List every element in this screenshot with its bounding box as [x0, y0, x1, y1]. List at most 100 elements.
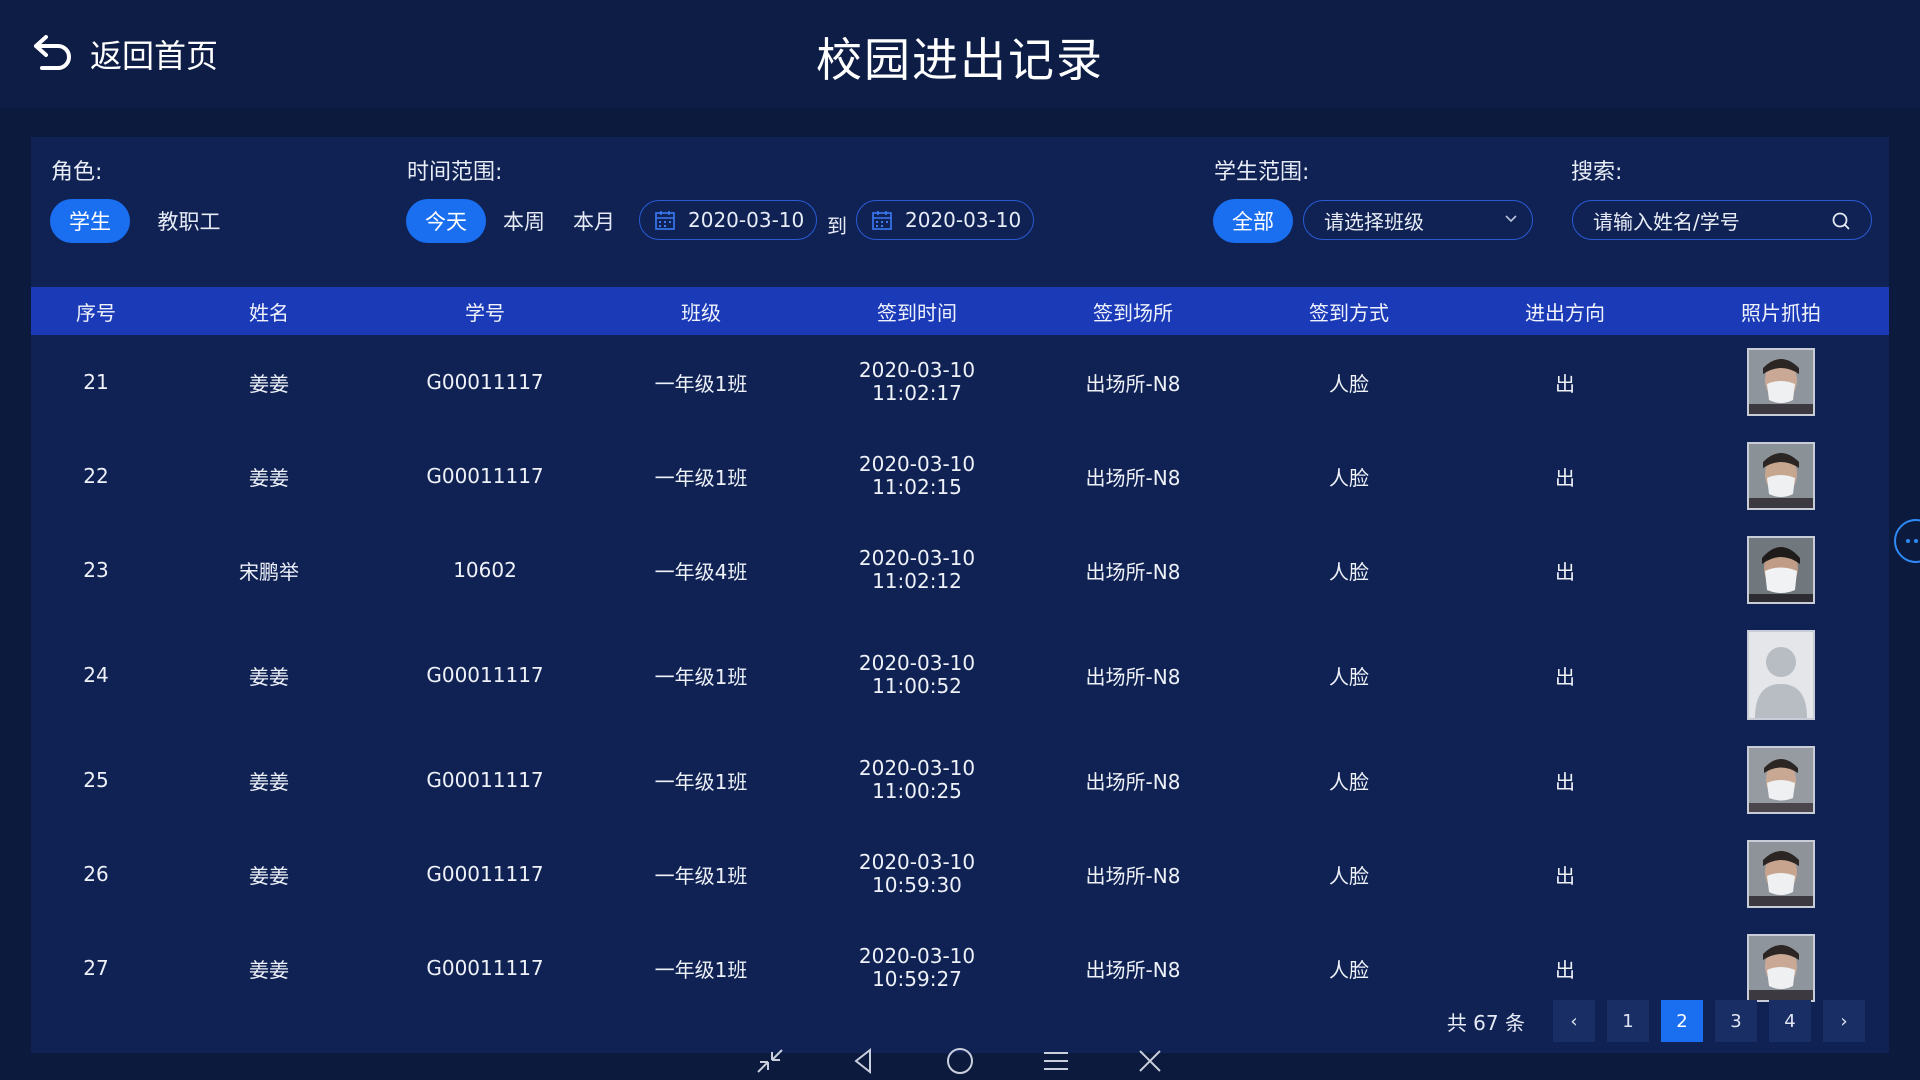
cell-id: G00011117 [426, 956, 544, 980]
table-row[interactable]: 24 姜姜 G00011117 一年级1班 2020-03-10 11:00:52… [31, 617, 1889, 733]
filter-bar: 角色: 学生 教职工 时间范围: 今天 本周 本月 2020-03-10 到 2… [31, 137, 1889, 287]
cell-direction: 出 [1555, 664, 1575, 689]
cell-id: G00011117 [426, 464, 544, 488]
table-row[interactable]: 25 姜姜 G00011117 一年级1班 2020-03-10 11:00:25… [31, 733, 1889, 827]
search-placeholder: 请输入姓名/学号 [1593, 209, 1740, 234]
cell-direction: 出 [1555, 465, 1575, 490]
chevron-down-icon [1505, 215, 1517, 223]
cell-photo [1673, 733, 1889, 827]
cell-method: 人脸 [1329, 559, 1369, 584]
captured-face-photo[interactable] [1747, 746, 1815, 814]
time-today-button[interactable]: 今天 [406, 199, 486, 243]
cell-class: 一年级1班 [654, 371, 748, 396]
cell-date: 2020-03-10 [858, 756, 976, 780]
time-month-button[interactable]: 本月 [563, 199, 625, 243]
floating-more-button[interactable] [1894, 519, 1920, 563]
cell-method: 人脸 [1329, 371, 1369, 396]
close-icon[interactable] [1134, 1046, 1166, 1076]
cell-place: 出场所-N8 [1085, 769, 1181, 794]
pagination: 共 67 条 ‹ 1 2 3 4 › [1447, 999, 1865, 1043]
time-range-label: 时间范围: [407, 160, 503, 185]
cell-class: 一年级1班 [654, 465, 748, 490]
cell-class: 一年级1班 [654, 769, 748, 794]
captured-face-photo[interactable] [1747, 934, 1815, 1002]
page-button-4[interactable]: 4 [1769, 1000, 1811, 1042]
col-header-class: 班级 [681, 300, 721, 325]
cell-place: 出场所-N8 [1085, 957, 1181, 982]
cell-direction: 出 [1555, 371, 1575, 396]
date-from-field[interactable]: 2020-03-10 [639, 200, 817, 240]
search-label: 搜索: [1571, 160, 1623, 185]
cell-photo [1673, 523, 1889, 617]
cell-no: 24 [83, 663, 109, 687]
cell-class: 一年级1班 [654, 863, 748, 888]
cell-no: 27 [83, 956, 109, 980]
cell-time: 2020-03-10 10:59:27 [809, 921, 1025, 1015]
cell-id: G00011117 [426, 370, 544, 394]
cell-no: 25 [83, 768, 109, 792]
cell-photo [1673, 827, 1889, 921]
col-header-no: 序号 [76, 300, 116, 325]
table-row[interactable]: 23 宋鹏举 10602 一年级4班 2020-03-10 11:02:12 出场… [31, 523, 1889, 617]
role-staff-button[interactable]: 教职工 [141, 199, 237, 243]
table-row[interactable]: 21 姜姜 G00011117 一年级1班 2020-03-10 11:02:17… [31, 335, 1889, 429]
next-page-button[interactable]: › [1823, 1000, 1865, 1042]
captured-face-photo[interactable] [1747, 840, 1815, 908]
cell-name: 姜姜 [249, 769, 289, 794]
cell-name: 姜姜 [249, 957, 289, 982]
cell-photo [1673, 335, 1889, 429]
cell-place: 出场所-N8 [1085, 559, 1181, 584]
calendar-icon [655, 211, 675, 230]
cell-clock: 10:59:30 [872, 873, 962, 897]
avatar-placeholder-photo[interactable] [1747, 630, 1815, 720]
total-count: 共 67 条 [1446, 1010, 1525, 1035]
back-triangle-icon[interactable] [848, 1046, 880, 1076]
cell-direction: 出 [1555, 559, 1575, 584]
cell-date: 2020-03-10 [858, 358, 976, 382]
class-select-value: 请选择班级 [1324, 209, 1424, 234]
time-week-button[interactable]: 本周 [493, 199, 555, 243]
cell-time: 2020-03-10 10:59:30 [809, 827, 1025, 921]
cell-no: 21 [83, 370, 109, 394]
page-button-1[interactable]: 1 [1607, 1000, 1649, 1042]
cell-clock: 11:02:15 [872, 475, 962, 499]
cell-name: 姜姜 [249, 664, 289, 689]
captured-face-photo[interactable] [1747, 536, 1815, 604]
col-header-photo: 照片抓拍 [1741, 300, 1821, 325]
cell-no: 26 [83, 862, 109, 886]
cell-place: 出场所-N8 [1085, 664, 1181, 689]
cell-id: G00011117 [426, 663, 544, 687]
search-input[interactable]: 请输入姓名/学号 [1572, 200, 1872, 240]
table-row[interactable]: 26 姜姜 G00011117 一年级1班 2020-03-10 10:59:30… [31, 827, 1889, 921]
menu-icon[interactable] [1040, 1046, 1072, 1076]
date-to-field[interactable]: 2020-03-10 [856, 200, 1034, 240]
page-button-2[interactable]: 2 [1661, 1000, 1703, 1042]
cell-method: 人脸 [1329, 664, 1369, 689]
cell-clock: 11:00:52 [872, 674, 962, 698]
scope-all-button[interactable]: 全部 [1213, 199, 1293, 243]
cell-id: G00011117 [426, 768, 544, 792]
collapse-icon[interactable] [754, 1046, 786, 1076]
cell-method: 人脸 [1329, 957, 1369, 982]
more-dots-icon [1906, 539, 1918, 543]
cell-time: 2020-03-10 11:02:17 [809, 335, 1025, 429]
cell-place: 出场所-N8 [1085, 465, 1181, 490]
student-scope-label: 学生范围: [1214, 160, 1310, 185]
col-header-id: 学号 [465, 300, 505, 325]
to-label: 到 [827, 214, 847, 238]
captured-face-photo[interactable] [1747, 348, 1815, 416]
date-to-value: 2020-03-10 [905, 208, 1022, 232]
table-row[interactable]: 22 姜姜 G00011117 一年级1班 2020-03-10 11:02:15… [31, 429, 1889, 523]
search-icon[interactable] [1831, 211, 1851, 231]
col-header-time: 签到时间 [877, 300, 957, 325]
cell-class: 一年级1班 [654, 664, 748, 689]
col-header-place: 签到场所 [1093, 300, 1173, 325]
class-select[interactable]: 请选择班级 [1303, 200, 1533, 240]
home-circle-icon[interactable] [944, 1046, 976, 1076]
prev-page-button[interactable]: ‹ [1553, 1000, 1595, 1042]
role-student-button[interactable]: 学生 [50, 199, 130, 243]
cell-photo [1673, 617, 1889, 733]
captured-face-photo[interactable] [1747, 442, 1815, 510]
page-button-3[interactable]: 3 [1715, 1000, 1757, 1042]
calendar-icon [872, 211, 892, 230]
